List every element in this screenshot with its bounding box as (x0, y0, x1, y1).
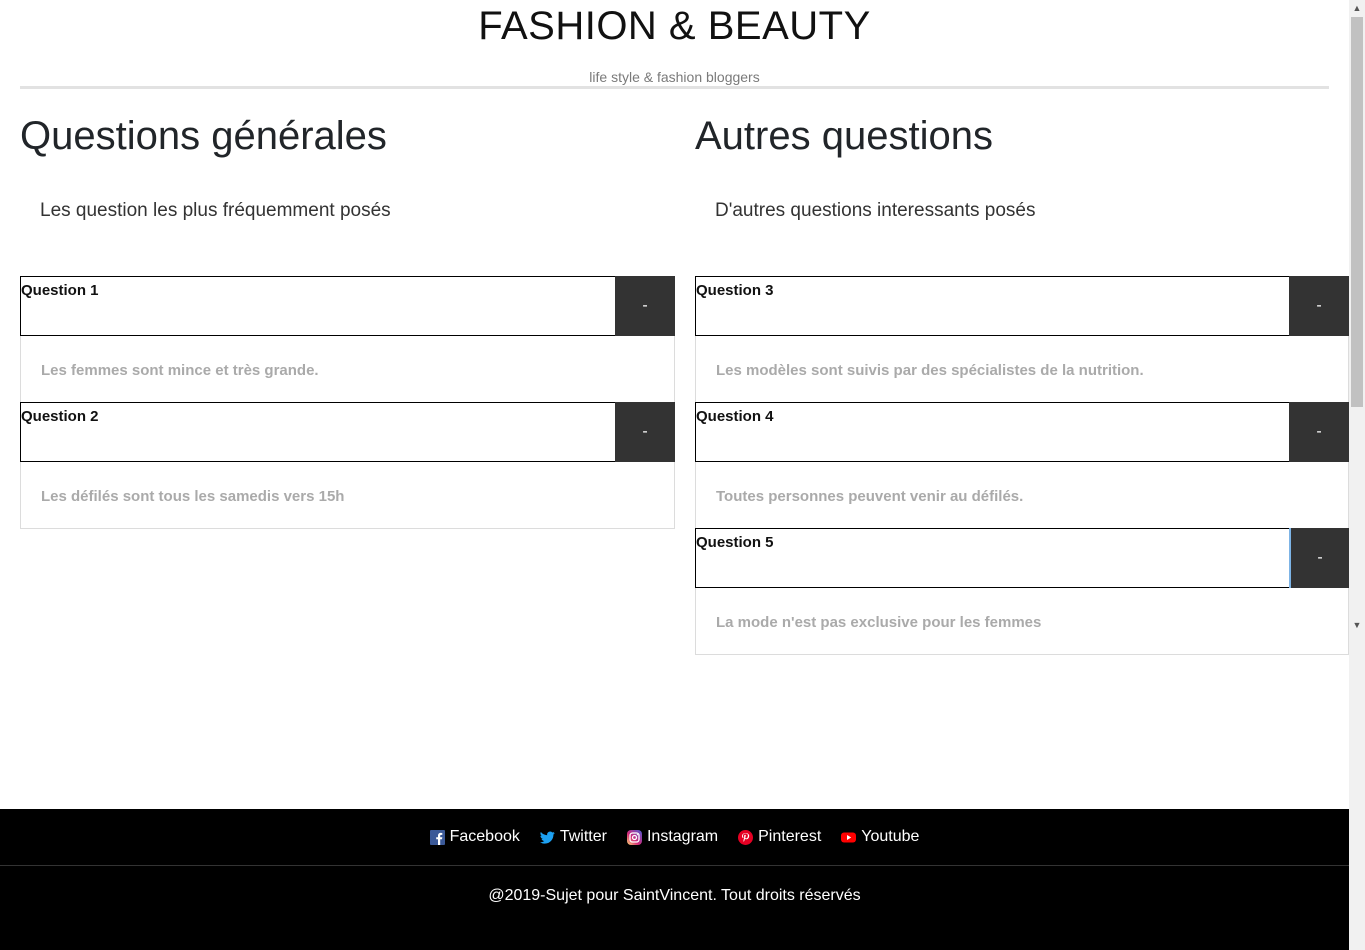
pinterest-icon (738, 829, 754, 845)
scroll-down-arrow-icon[interactable]: ▼ (1349, 617, 1365, 634)
scrollbar-thumb[interactable] (1351, 17, 1363, 407)
faq-toggle-button[interactable]: - (615, 402, 675, 462)
faq-answer: La mode n'est pas exclusive pour les fem… (716, 614, 1042, 631)
twitter-icon (539, 830, 555, 845)
other-questions-section: Autres questions D'autres questions inte… (695, 112, 1349, 655)
instagram-link[interactable]: Instagram (626, 828, 719, 846)
general-questions-section: Questions générales Les question les plu… (20, 112, 675, 529)
faq-question-header[interactable]: Question 5 - (695, 528, 1349, 588)
faq-answer: Toutes personnes peuvent venir au défilé… (716, 488, 1024, 505)
twitter-link[interactable]: Twitter (539, 828, 607, 846)
youtube-icon (841, 830, 857, 845)
pinterest-link[interactable]: Pinterest (738, 828, 821, 846)
facebook-label: Facebook (449, 828, 520, 845)
site-footer: Facebook Twitter Instagram Pinterest You… (0, 809, 1349, 950)
faq-accordion: Question 1 - Les femmes sont mince et tr… (20, 276, 675, 529)
section-intro: D'autres questions interessants posés (715, 200, 1036, 221)
faq-item: Question 4 - Toutes personnes peuvent ve… (695, 402, 1349, 528)
scroll-up-arrow-icon[interactable]: ▲ (1349, 0, 1365, 17)
faq-question: Question 1 (21, 282, 99, 299)
faq-answer: Les modèles sont suivis par des spéciali… (716, 362, 1144, 379)
faq-item: Question 3 - Les modèles sont suivis par… (695, 276, 1349, 402)
faq-question-header[interactable]: Question 3 - (695, 276, 1349, 336)
copyright-text: @2019-Sujet pour SaintVincent. Tout droi… (488, 887, 861, 904)
faq-question: Question 5 (696, 534, 774, 551)
facebook-link[interactable]: Facebook (429, 828, 520, 846)
faq-item: Question 1 - Les femmes sont mince et tr… (20, 276, 675, 402)
youtube-link[interactable]: Youtube (841, 828, 919, 846)
faq-question: Question 3 (696, 282, 774, 299)
section-intro: Les question les plus fréquemment posés (40, 200, 391, 221)
instagram-label: Instagram (646, 828, 719, 845)
faq-item: Question 2 - Les défilés sont tous les s… (20, 402, 675, 528)
faq-answer: Les femmes sont mince et très grande. (41, 362, 319, 379)
page: FASHION & BEAUTY life style & fashion bl… (0, 0, 1349, 950)
faq-toggle-button[interactable]: - (615, 276, 675, 336)
vertical-scrollbar[interactable]: ▲ ▼ (1349, 0, 1365, 950)
faq-toggle-button[interactable]: - (1289, 402, 1349, 462)
faq-question: Question 4 (696, 408, 774, 425)
instagram-icon (626, 829, 642, 845)
faq-question-header[interactable]: Question 2 - (20, 402, 675, 462)
faq-question-header[interactable]: Question 4 - (695, 402, 1349, 462)
site-subtitle: life style & fashion bloggers (589, 69, 760, 85)
faq-question: Question 2 (21, 408, 99, 425)
faq-question-header[interactable]: Question 1 - (20, 276, 675, 336)
faq-item: Question 5 - La mode n'est pas exclusive… (695, 528, 1349, 654)
site-header: FASHION & BEAUTY life style & fashion bl… (20, 0, 1329, 89)
scrollbar-track-lower (1349, 634, 1365, 950)
twitter-label: Twitter (559, 828, 607, 845)
site-title: FASHION & BEAUTY (478, 4, 871, 48)
faq-toggle-button[interactable]: - (1289, 276, 1349, 336)
section-heading: Autres questions (695, 114, 993, 158)
faq-toggle-button[interactable]: - (1289, 528, 1349, 588)
youtube-label: Youtube (861, 828, 920, 845)
faq-answer: Les défilés sont tous les samedis vers 1… (41, 488, 345, 505)
section-heading: Questions générales (20, 114, 387, 158)
faq-accordion: Question 3 - Les modèles sont suivis par… (695, 276, 1349, 655)
facebook-icon (429, 829, 445, 845)
social-links: Facebook Twitter Instagram Pinterest You… (0, 809, 1349, 866)
pinterest-label: Pinterest (758, 828, 822, 845)
